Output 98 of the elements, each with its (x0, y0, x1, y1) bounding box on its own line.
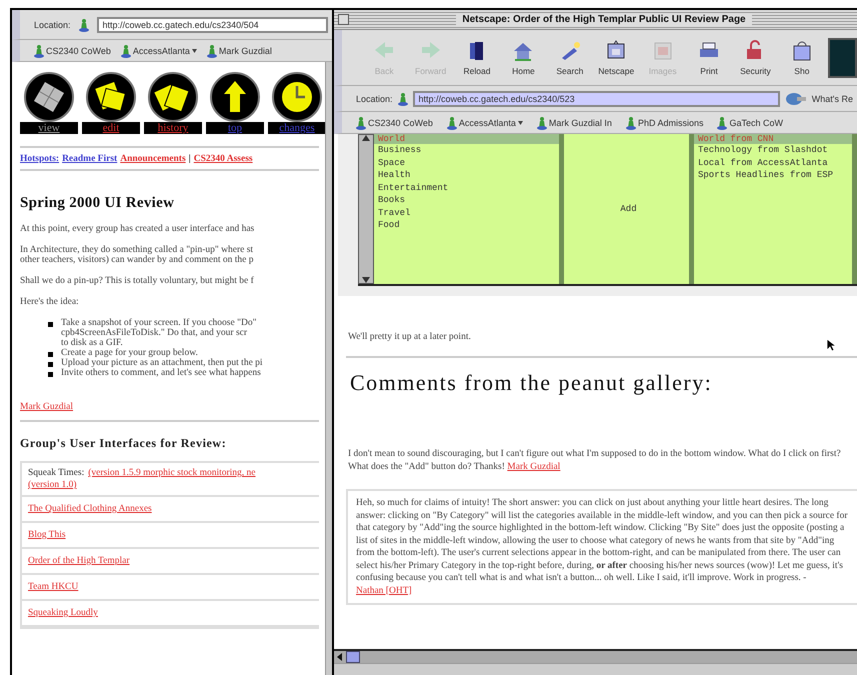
bookmark-link[interactable]: AccessAtlanta (120, 44, 197, 58)
scrollbar[interactable] (358, 134, 374, 284)
bookmark-icon (536, 116, 547, 130)
list-item-line: cpb4ScreenAsFileToDisk." Do that, and your scr (61, 328, 248, 338)
toolbar-button[interactable]: Reload (456, 39, 498, 76)
list-item-line: Upload your picture as an attachment, then put the pi (61, 358, 263, 368)
comments-heading: Comments from the peanut gallery: (350, 370, 714, 396)
toolbar-button[interactable]: Sho (782, 39, 822, 76)
bookmark-link[interactable]: CS2340 CoWeb (356, 116, 433, 130)
bookmark-link[interactable]: AccessAtlanta (446, 116, 523, 130)
list-item[interactable]: Travel (378, 206, 559, 219)
window-title: Netscape: Order of the High Templar Public UI Review Page (456, 14, 752, 25)
separator: | (188, 154, 191, 164)
bookmark-icon (78, 18, 89, 32)
paragraph-line: Here's the idea: (20, 297, 80, 307)
page-link[interactable]: edit (82, 122, 140, 134)
throbber-icon (828, 38, 857, 78)
hotspots-link[interactable]: Hotspots: (20, 154, 60, 164)
bookmark-link[interactable]: PhD Admissions (626, 116, 704, 130)
add-button[interactable]: Add (620, 204, 637, 214)
url-field[interactable]: http://coweb.cc.gatech.edu/cs2340/504 (96, 16, 328, 32)
scrollbar[interactable] (325, 62, 332, 675)
toolbar-button[interactable]: Security (735, 39, 776, 76)
bookmark-link[interactable]: Mark Guzdial In (536, 116, 612, 130)
page-heading: Spring 2000 UI Review (20, 195, 176, 212)
list-item[interactable]: Sports Headlines from ESP (698, 169, 852, 182)
clock-icon (272, 72, 322, 122)
bookmark-link[interactable]: CS2340 CoWeb (34, 44, 111, 58)
paragraph-line: At this point, every group has created a user interface and has (20, 224, 256, 234)
bullet-icon (48, 322, 53, 327)
bookmark-icon (120, 44, 131, 58)
group-link[interactable]: Order of the High Templar (28, 556, 130, 566)
paragraph-line: In Architecture, they do something called a "pin-up" where st (20, 245, 254, 255)
down-arrow-icon[interactable] (362, 277, 370, 283)
author-link[interactable]: Nathan [OHT] (356, 586, 412, 596)
group-link[interactable]: Squeaking Loudly (28, 608, 98, 618)
globe-icon (784, 92, 807, 106)
bookmark-icon (626, 116, 636, 130)
bookmark-icon (206, 44, 217, 58)
list-item[interactable]: Food (378, 219, 559, 232)
bullet-icon (48, 372, 53, 377)
list-header: World (374, 134, 559, 144)
comment-box: Heh, so much for claims of intuity! The short answer: you can click on just about anything your little heart desires. The long answer: clicking on "By Category" will list the categories available in the middle-left window, and you can then pick a source for that category by "Add"ing the source highlighted in the bottom-left window. Clicking "By Site" does just the opposite (posting a list of sites in the middle-left window, allowing the user to choose what category of news he wants from that site by "Add"ing from the bottom-left). The user's current selections appear in the bottom-right, and can be manipulated from there. The user can select his/her Primary Category in the top-right before, during, or after choosing his/her news sources (wow)! Let me guess, it's confusing because you can't tell what is and what isn't a button... oh well. Like I said, it'll improve. Work in progress. - Nathan [OHT] (346, 489, 857, 605)
group-link[interactable]: (version 1.0) (28, 480, 77, 490)
list-item[interactable]: Local from AccessAtlanta (698, 156, 852, 169)
list-item[interactable]: Business (378, 144, 559, 156)
group-name: Squeak Times: (28, 468, 84, 478)
page-link[interactable]: history (144, 122, 202, 134)
section-heading: Group's User Interfaces for Review: (20, 436, 228, 451)
related-link[interactable]: What's Re (812, 94, 853, 104)
bookmark-link[interactable]: GaTech CoW (717, 116, 783, 130)
author-link[interactable]: Mark Guzdial (20, 402, 74, 412)
list-item-line: to disk as a GIF. (61, 338, 123, 348)
list-item[interactable]: Books (378, 194, 559, 206)
cursor-icon (826, 338, 836, 352)
scroll-thumb[interactable] (346, 651, 360, 663)
list-item[interactable]: Health (378, 169, 559, 182)
location-label: Location: (34, 20, 71, 30)
bookmark-icon (717, 116, 728, 130)
close-box[interactable] (338, 14, 349, 25)
note-text: We'll pretty it up at a later point. (348, 332, 472, 342)
hotspot-link[interactable]: CS2340 Assess (194, 154, 253, 164)
bookmark-link[interactable]: Mark Guzdial (206, 44, 272, 58)
toolbar-button[interactable]: Netscape (596, 39, 636, 76)
paragraph-line: other teachers, visitors) can wander by and comment on the p (20, 255, 254, 265)
list-item-line: Invite others to comment, and let's see what happens (61, 368, 261, 378)
grid-icon (24, 72, 74, 122)
toolbar-button[interactable]: Home (503, 39, 544, 76)
group-link[interactable]: (version 1.5.9 morphic stock monitoring, ne (88, 468, 256, 478)
paragraph-line: Shall we do a pin-up? This is totally voluntary, but might be f (20, 276, 255, 286)
bookmark-icon (398, 92, 408, 106)
list-item[interactable]: Entertainment (378, 182, 559, 194)
up-arrow-icon[interactable] (362, 135, 370, 141)
list-item-line: Create a page for your group below. (61, 348, 198, 358)
location-label: Location: (356, 94, 393, 104)
scrollbar[interactable] (334, 649, 857, 663)
hotspot-link[interactable]: Readme First (62, 154, 118, 164)
toolbar-button[interactable]: Search (550, 39, 590, 76)
group-link[interactable]: The Qualified Clothing Annexes (28, 504, 152, 514)
comment-text: I don't mean to sound discouraging, but I can't figure out what I'm supposed to do in the bottom window. What do I click on first? What does the "Add" button do? Thanks! Mark Guzdial (348, 448, 842, 473)
list-header: World from CNN (694, 134, 852, 144)
bullet-icon (48, 352, 53, 357)
bookmark-icon (34, 44, 44, 58)
group-link[interactable]: Team HKCU (28, 582, 78, 592)
bookmark-icon (356, 116, 366, 130)
hotspot-link[interactable]: Announcements (120, 154, 186, 164)
list-item-line: Take a snapshot of your screen. If you choose "Do" (61, 318, 256, 328)
page-link[interactable]: view (20, 122, 78, 134)
author-link[interactable]: Mark Guzdial (507, 462, 560, 472)
list-item[interactable]: Space (378, 156, 559, 169)
url-field[interactable]: http://coweb.cc.gatech.edu/cs2340/523 (412, 90, 780, 106)
bookmark-icon (446, 116, 457, 130)
pages-icon (86, 72, 136, 122)
group-link[interactable]: Blog This (28, 530, 66, 540)
pages-icon (148, 72, 198, 122)
toolbar-button[interactable]: Print (688, 39, 730, 76)
list-item[interactable]: Technology from Slashdot (698, 144, 852, 156)
bullet-icon (48, 362, 53, 367)
